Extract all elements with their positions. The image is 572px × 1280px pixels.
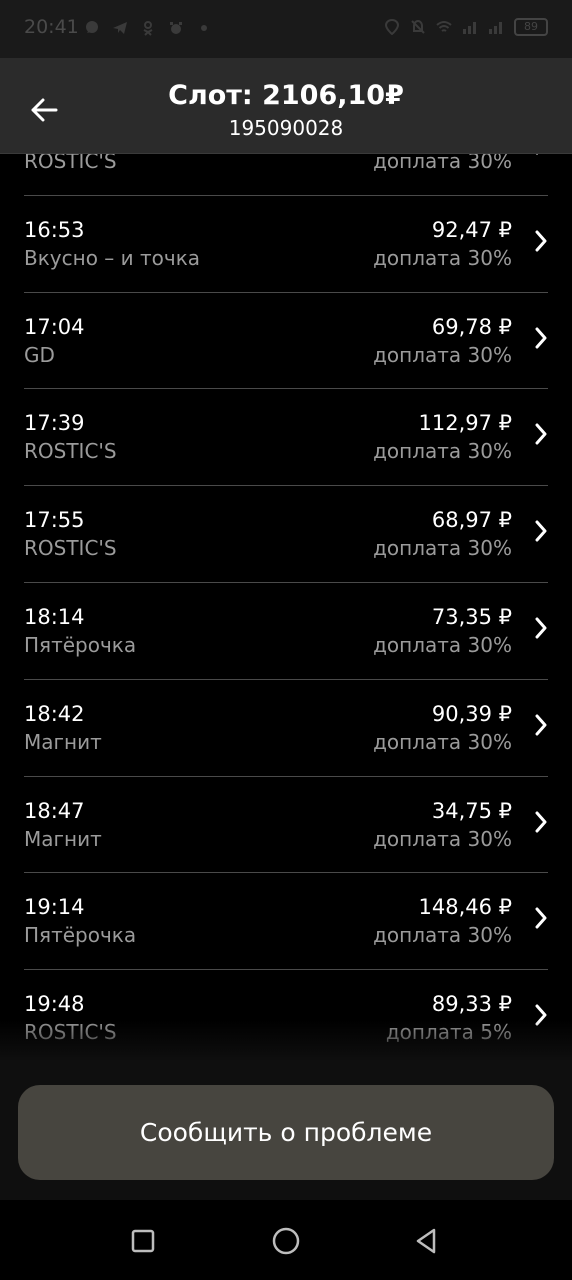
order-place: Пятёрочка [24, 632, 137, 657]
order-amount: 112,97 ₽ [418, 411, 512, 436]
order-place: Магнит [24, 826, 102, 851]
chevron-right-icon [535, 617, 547, 639]
order-surcharge: доплата 30% [373, 536, 512, 561]
order-row[interactable]: 17:39 ROSTIC'S 112,97 ₽ доплата 30% [24, 389, 548, 487]
order-row[interactable]: 16:53 Вкусно – и точка 92,47 ₽ доплата 30% [24, 196, 548, 293]
order-amount: 68,97 ₽ [431, 508, 512, 533]
slot-id: 195090028 [228, 116, 344, 140]
page-title: Слот: 2106,10₽ [168, 80, 404, 111]
ok-icon [143, 21, 153, 36]
order-time: 18:14 [24, 604, 85, 629]
chevron-right-icon [535, 714, 547, 736]
circle-icon[interactable] [271, 1226, 301, 1256]
status-notification-icons [84, 20, 212, 36]
chevron-right-icon [535, 230, 547, 252]
app-header: Слот: 2106,10₽ 195090028 [0, 58, 572, 154]
dot-icon [201, 25, 207, 31]
order-time: 18:47 [24, 798, 85, 823]
order-amount: 34,75 ₽ [431, 798, 512, 823]
location-icon [384, 19, 400, 35]
chevron-right-icon [535, 154, 539, 155]
status-system-icons: 89 [384, 18, 548, 36]
order-amount: 69,78 ₽ [431, 314, 512, 339]
chat-icon [86, 21, 98, 33]
order-row[interactable]: 18:47 Магнит 34,75 ₽ доплата 30% [24, 777, 548, 874]
order-row[interactable]: 19:14 Пятёрочка 148,46 ₽ доплата 30% [24, 873, 548, 971]
order-time: 17:04 [24, 314, 85, 339]
order-row[interactable]: 18:42 Магнит 90,39 ₽ доплата 30% [24, 680, 548, 777]
alarm-icon [170, 22, 182, 34]
chevron-right-icon [535, 907, 547, 929]
order-time: 19:14 [24, 895, 85, 920]
order-time: 18:42 [24, 701, 85, 726]
chevron-right-icon [535, 811, 547, 833]
order-amount: 90,39 ₽ [431, 701, 512, 726]
order-row[interactable]: 17:55 ROSTIC'S 68,97 ₽ доплата 30% [24, 486, 548, 583]
order-amount: 92,47 ₽ [431, 217, 512, 242]
order-row[interactable]: 18:14 Пятёрочка 73,35 ₽ доплата 30% [24, 583, 548, 680]
signal-icon [463, 22, 476, 34]
system-nav-bar [0, 1200, 572, 1280]
order-amount: 148,46 ₽ [418, 895, 512, 920]
order-amount: 89,33 ₽ [431, 992, 512, 1017]
triangle-back-icon[interactable] [412, 1226, 442, 1256]
order-surcharge: доплата 30% [373, 154, 512, 173]
order-time: 16:53 [24, 217, 85, 242]
order-place: ROSTIC'S [24, 439, 117, 464]
order-surcharge: доплата 30% [373, 245, 512, 270]
chevron-right-icon [535, 423, 547, 445]
order-surcharge: доплата 30% [373, 923, 512, 948]
order-row[interactable]: ROSTIC'S доплата 30% [24, 154, 548, 196]
order-place: Вкусно – и точка [24, 245, 201, 270]
battery-indicator: 89 [514, 18, 548, 36]
order-surcharge: доплата 30% [373, 729, 512, 754]
order-place: ROSTIC'S [24, 536, 117, 561]
mute-icon [411, 19, 425, 34]
order-time: 19:48 [24, 992, 85, 1017]
status-time: 20:41 [24, 16, 79, 38]
orders-list-content: ROSTIC'S доплата 30% 16:53 Вкусно – и точка… [0, 154, 572, 1060]
order-surcharge: доплата 30% [373, 826, 512, 851]
order-time: 17:55 [24, 508, 85, 533]
order-place: ROSTIC'S [24, 154, 117, 173]
order-place: Пятёрочка [24, 923, 137, 948]
chevron-right-icon [535, 520, 547, 542]
square-icon[interactable] [128, 1226, 158, 1256]
order-surcharge: доплата 30% [373, 632, 512, 657]
list-fade [0, 1020, 572, 1062]
report-problem-button[interactable]: Сообщить о проблеме [18, 1085, 554, 1180]
order-surcharge: доплата 30% [373, 342, 512, 367]
status-bar: 20:41 89 [0, 0, 572, 58]
signal-2-icon [489, 22, 502, 34]
order-amount: 73,35 ₽ [431, 604, 512, 629]
order-row[interactable]: 17:04 GD 69,78 ₽ доплата 30% [24, 293, 548, 390]
wifi-icon [436, 21, 452, 32]
order-time: 17:39 [24, 411, 85, 436]
chevron-right-icon [535, 327, 547, 349]
orders-list[interactable]: ROSTIC'S доплата 30% 16:53 Вкусно – и точка… [0, 154, 572, 1060]
order-surcharge: доплата 30% [373, 439, 512, 464]
telegram-icon [113, 22, 127, 34]
order-place: Магнит [24, 729, 102, 754]
order-place: GD [24, 342, 55, 367]
